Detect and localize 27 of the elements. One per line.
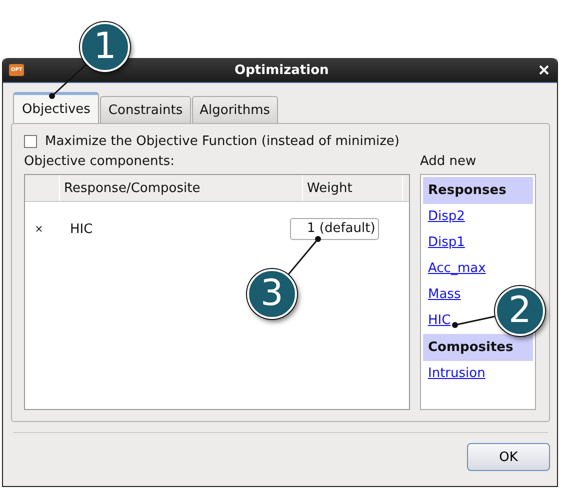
group-header: Composites [423, 334, 533, 361]
section-label: Objective components: [24, 154, 176, 171]
close-icon[interactable] [539, 65, 549, 75]
tab[interactable]: Objectives [13, 92, 100, 123]
callout-badge: 1 [80, 22, 130, 72]
section-label: Add new [420, 154, 478, 171]
column-header: Weight [303, 175, 403, 201]
column-header: Response/Composite [60, 175, 303, 201]
leader-line [288, 236, 321, 275]
checkbox[interactable] [24, 135, 37, 148]
response-link[interactable]: Mass [426, 282, 461, 308]
response-link[interactable]: Intrusion [426, 361, 486, 387]
leader-line [452, 316, 495, 328]
response-link[interactable]: Acc_max [426, 256, 486, 282]
table-cell-text: HIC [69, 222, 94, 236]
checkbox-label: Maximize the Objective Function (instead of minimize) [45, 134, 400, 149]
ok-button[interactable]: OK [467, 443, 550, 471]
group-header: Responses [423, 177, 533, 204]
leader-line [49, 64, 86, 99]
window-title: Optimization [234, 62, 330, 78]
remove-icon[interactable]: × [32, 224, 46, 234]
response-link[interactable]: HIC [426, 308, 451, 334]
tab[interactable]: Algorithms [192, 96, 278, 123]
response-link[interactable]: Disp1 [426, 230, 465, 256]
weight-field[interactable]: 1 (default) [290, 218, 380, 240]
response-link[interactable]: Disp2 [426, 204, 465, 230]
tab[interactable]: Constraints [100, 96, 191, 123]
